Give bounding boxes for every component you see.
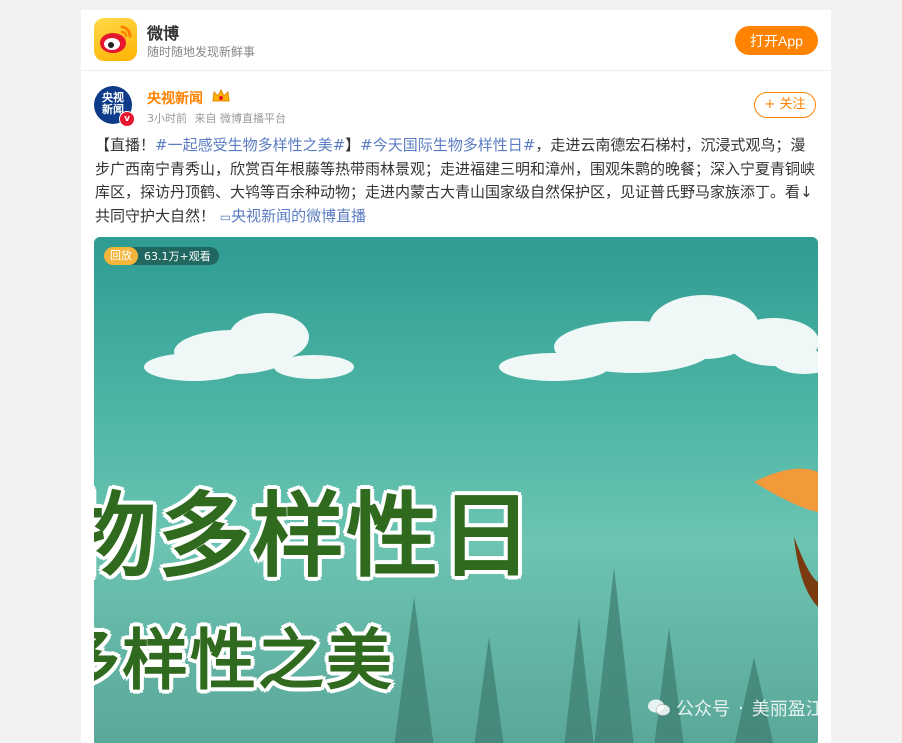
watermark-name: 美丽盈江 [751,699,824,720]
app-slogan: 随时随地发现新鲜事 [147,45,256,59]
live-icon: ▭ [219,209,232,224]
author-name[interactable]: 央视新闻 [147,88,203,108]
post-text-mid: 】 [345,136,361,154]
topic-link-biodiversity-day[interactable]: #今天国际生物多样性日# [360,136,535,154]
app-banner: 微博 随时随地发现新鲜事 打开App [81,10,831,71]
replay-badge: 回放 [104,247,138,265]
post-text: 【直播！#一起感受生物多样性之美#】#今天国际生物多样性日#，走进云南德宏石梯村… [95,134,817,229]
headline-biodiversity-day: 物多样性日 [94,483,535,590]
post-source: 来自 微博直播平台 [194,112,287,125]
crown-icon [212,88,230,102]
post-time: 3小时前 [147,112,187,125]
topic-link-biodiversity-beauty[interactable]: #一起感受生物多样性之美# [155,136,345,154]
post-text-prefix: 【直播！ [95,136,156,154]
avatar[interactable]: 央视 新闻 v [94,86,135,127]
weibo-logo-icon [94,18,137,61]
headline-biodiversity-beauty: 多样性之美 [94,622,394,699]
follow-button[interactable]: + 关注 [754,92,816,118]
app-name: 微博 [147,24,180,43]
live-link-text: 央视新闻的微博直播 [231,206,367,225]
wechat-icon [648,699,670,716]
open-app-button[interactable]: 打开App [735,26,818,55]
post-meta: 3小时前 来自 微博直播平台 [147,110,290,126]
watermark-channel: 公众号 [676,699,730,720]
weibo-card: 微博 随时随地发现新鲜事 打开App 央视 新闻 v 央视新闻 3小时前 来自 … [81,10,831,743]
live-video-thumbnail[interactable]: 物多样性日 多样性之美 回放 63.1万+观看 [94,237,818,743]
live-stream-link[interactable]: ▭央视新闻的微博直播 [220,207,366,225]
watermark: 公众号 · 美丽盈江 [648,695,824,721]
video-status-badge: 回放 63.1万+观看 [104,247,219,265]
view-count: 63.1万+观看 [144,250,211,263]
watermark-separator: · [738,697,744,719]
verified-icon: v [119,111,135,127]
